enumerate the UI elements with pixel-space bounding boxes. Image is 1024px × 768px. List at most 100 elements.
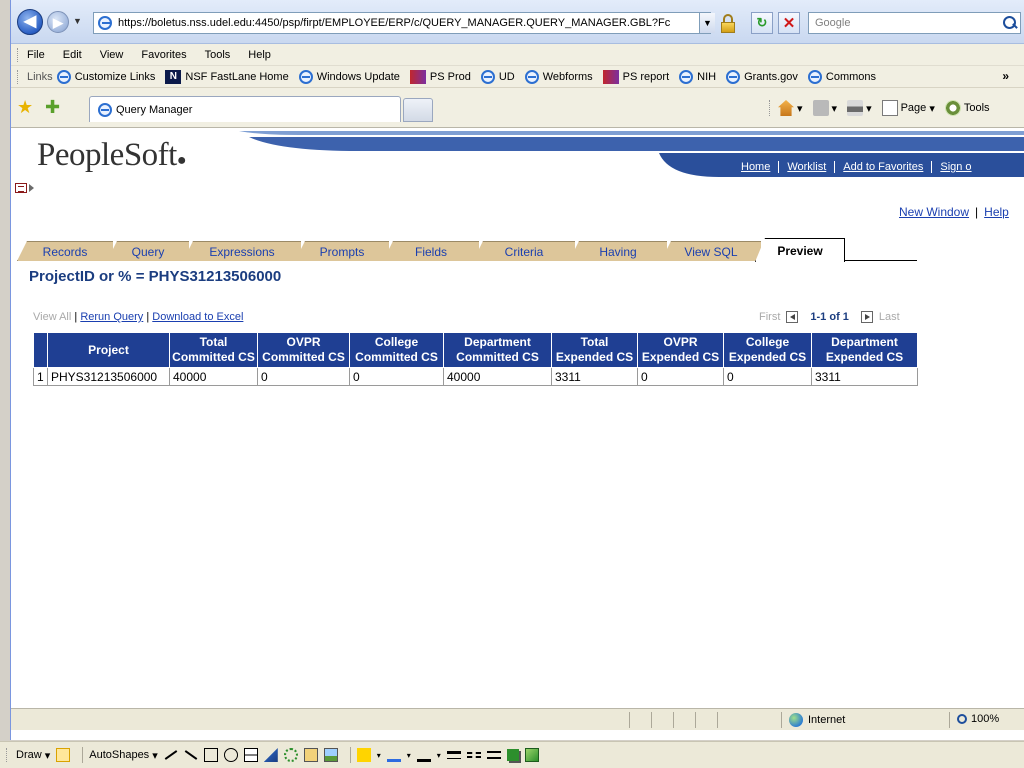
forward-arrow-icon[interactable]: ▶ — [47, 11, 69, 33]
link-nih[interactable]: NIH — [679, 69, 716, 84]
picture-icon[interactable] — [323, 748, 338, 762]
menu-toggle-button[interactable] — [15, 183, 34, 193]
nsf-icon: N — [165, 69, 182, 84]
search-icon[interactable] — [1002, 15, 1018, 31]
tab-fields[interactable]: Fields — [383, 241, 479, 261]
arrow-icon[interactable] — [184, 750, 198, 760]
col-project[interactable]: Project — [47, 332, 170, 368]
col-total-expended[interactable]: Total Expended CS — [551, 332, 638, 368]
menu-edit[interactable]: Edit — [63, 49, 82, 61]
menu-file[interactable]: File — [27, 49, 45, 61]
home-button[interactable]: ▾ — [778, 100, 803, 116]
help-link[interactable]: Help — [984, 205, 1009, 219]
col-department-committed[interactable]: Department Committed CS — [443, 332, 552, 368]
feeds-button[interactable]: ▾ — [812, 100, 837, 116]
link-customize-links[interactable]: Customize Links — [56, 69, 155, 84]
col-ovpr-expended[interactable]: OVPR Expended CS — [637, 332, 724, 368]
link-windows-update[interactable]: Windows Update — [298, 69, 400, 84]
security-zone[interactable]: Internet — [789, 713, 845, 727]
tab-query[interactable]: Query — [107, 241, 189, 261]
col-college-committed[interactable]: College Committed CS — [349, 332, 444, 368]
next-page-icon[interactable] — [860, 311, 873, 323]
text-box-icon[interactable] — [243, 748, 258, 762]
line-color-icon[interactable] — [386, 748, 401, 762]
menu-bar: File Edit View Favorites Tools Help — [11, 44, 1024, 66]
shadow-style-icon[interactable] — [506, 749, 519, 761]
tab-records[interactable]: Records — [17, 241, 113, 261]
fill-color-icon[interactable] — [356, 748, 371, 762]
nav-add-favorites-link[interactable]: Add to Favorites — [834, 161, 931, 173]
diagram-icon[interactable] — [283, 748, 298, 762]
menu-view[interactable]: View — [100, 49, 124, 61]
toolbar-grip[interactable] — [6, 748, 8, 762]
view-all-link[interactable]: View All — [33, 311, 71, 323]
history-dropdown-icon[interactable]: ▼ — [73, 16, 82, 26]
nav-sign-out-link[interactable]: Sign o — [931, 161, 979, 173]
print-button[interactable]: ▾ — [847, 100, 872, 116]
tab-criteria[interactable]: Criteria — [473, 241, 575, 261]
col-ovpr-committed[interactable]: OVPR Committed CS — [257, 332, 350, 368]
stop-icon[interactable]: ✕ — [778, 12, 800, 34]
tab-view-sql[interactable]: View SQL — [661, 241, 761, 261]
nav-home-link[interactable]: Home — [733, 161, 778, 173]
arrow-style-icon[interactable] — [486, 751, 501, 759]
status-bar: Internet 100% — [11, 708, 1024, 730]
add-favorite-icon[interactable]: ✚ — [45, 98, 60, 116]
nav-worklist-link[interactable]: Worklist — [778, 161, 834, 173]
page-menu-button[interactable]: Page ▾ — [881, 100, 935, 116]
back-arrow-icon[interactable]: ◀ — [17, 9, 43, 35]
rectangle-icon[interactable] — [203, 748, 218, 762]
link-commons[interactable]: Commons — [807, 69, 876, 84]
link-nsf-fastlane[interactable]: N NSF FastLane Home — [165, 69, 289, 84]
link-ud[interactable]: UD — [480, 69, 515, 84]
more-links-chevron-icon[interactable]: » — [1002, 69, 1009, 83]
oval-icon[interactable] — [223, 748, 238, 762]
link-label: NSF FastLane Home — [185, 70, 289, 83]
link-grants-gov[interactable]: Grants.gov — [726, 69, 798, 84]
autoshapes-menu-button[interactable]: AutoShapes ▾ — [89, 749, 158, 762]
link-webforms[interactable]: Webforms — [524, 69, 593, 84]
wordart-icon[interactable] — [263, 748, 278, 762]
tab-prompts[interactable]: Prompts — [295, 241, 389, 261]
tab-preview[interactable]: Preview — [755, 238, 845, 262]
tab-having[interactable]: Having — [569, 241, 667, 261]
lock-icon[interactable] — [719, 12, 737, 34]
tab-expressions[interactable]: Expressions — [183, 241, 301, 261]
menu-tools[interactable]: Tools — [205, 49, 231, 61]
line-style-icon[interactable] — [446, 751, 461, 759]
link-ps-prod[interactable]: PS Prod — [409, 69, 471, 84]
new-tab-button[interactable] — [403, 98, 433, 122]
menu-help[interactable]: Help — [248, 49, 271, 61]
draw-menu-button[interactable]: Draw ▾ — [16, 749, 50, 762]
search-input[interactable]: Google — [808, 12, 1021, 34]
link-ps-report[interactable]: PS report — [602, 69, 669, 84]
col-total-committed[interactable]: Total Committed CS — [169, 332, 258, 368]
toolbar-grip[interactable] — [17, 47, 19, 62]
download-excel-link[interactable]: Download to Excel — [152, 311, 243, 323]
font-color-icon[interactable] — [416, 748, 431, 762]
dash-style-icon[interactable] — [466, 752, 481, 758]
menu-favorites[interactable]: Favorites — [141, 49, 186, 61]
previous-page-icon[interactable] — [786, 311, 799, 323]
toolbar-grip[interactable] — [17, 69, 19, 84]
ie-page-icon — [98, 102, 112, 117]
zoom-control[interactable]: 100% — [957, 713, 999, 725]
cell-college-expended: 0 — [723, 367, 812, 386]
address-dropdown-icon[interactable]: ▼ — [699, 13, 715, 33]
favorites-star-icon[interactable]: ★ — [17, 98, 33, 116]
3d-style-icon[interactable] — [524, 748, 539, 762]
tools-menu-button[interactable]: Tools — [944, 100, 990, 116]
ie-page-icon — [679, 69, 694, 84]
rerun-query-link[interactable]: Rerun Query — [80, 311, 143, 323]
line-icon[interactable] — [164, 750, 178, 760]
col-department-expended[interactable]: Department Expended CS — [811, 332, 918, 368]
select-objects-icon[interactable] — [56, 748, 71, 762]
tab-query-manager[interactable]: Query Manager — [89, 96, 401, 122]
col-college-expended[interactable]: College Expended CS — [723, 332, 812, 368]
pager-last[interactable]: Last — [879, 311, 900, 323]
refresh-icon[interactable]: ↻ — [751, 12, 773, 34]
address-bar[interactable]: https://boletus.nss.udel.edu:4450/psp/fi… — [93, 12, 711, 34]
clip-art-icon[interactable] — [303, 748, 318, 762]
new-window-link[interactable]: New Window — [899, 205, 969, 219]
pager-first[interactable]: First — [759, 311, 780, 323]
